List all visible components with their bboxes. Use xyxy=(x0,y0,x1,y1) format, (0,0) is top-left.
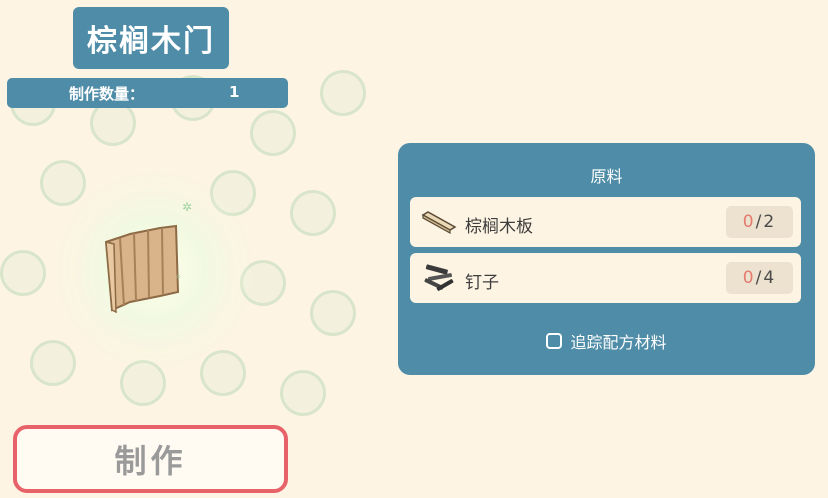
pattern-bubble xyxy=(290,190,336,236)
pattern-bubble xyxy=(40,160,86,206)
material-count: 0 / 2 xyxy=(726,206,793,238)
material-row-palm-plank: 棕榈木板 0 / 2 xyxy=(410,197,801,247)
material-separator: / xyxy=(755,212,764,232)
pattern-bubble xyxy=(320,70,366,116)
item-title-box: 棕榈木门 xyxy=(73,7,229,69)
craft-button[interactable]: 制作 xyxy=(13,425,288,493)
material-count: 0 / 4 xyxy=(726,262,793,294)
material-separator: / xyxy=(755,268,764,288)
quantity-value: 1 xyxy=(229,83,240,101)
pattern-bubble xyxy=(200,350,246,396)
pattern-bubble xyxy=(0,250,46,296)
quantity-label: 制作数量： xyxy=(69,85,145,103)
pattern-bubble xyxy=(250,110,296,156)
sparkle-icon: ◦ xyxy=(175,270,183,284)
nails-icon xyxy=(424,264,454,291)
material-need: 4 xyxy=(763,268,777,288)
track-label: 追踪配方材料 xyxy=(570,333,667,352)
pattern-bubble xyxy=(280,370,326,416)
material-have: 0 xyxy=(742,212,756,232)
materials-title: 原料 xyxy=(590,167,623,186)
track-recipe-toggle[interactable]: 追踪配方材料 xyxy=(398,329,815,353)
materials-panel: 原料 棕榈木板 0 / 2 钉子 0 / 4 追踪配方材料 xyxy=(398,143,815,375)
item-title: 棕榈木门 xyxy=(87,24,215,59)
quantity-bar: 制作数量： 1 xyxy=(7,78,288,108)
palm-wood-door-icon xyxy=(104,224,180,314)
pattern-bubble xyxy=(30,340,76,386)
pattern-bubble xyxy=(310,290,356,336)
material-name: 棕榈木板 xyxy=(465,217,533,237)
wood-plank-icon xyxy=(421,211,457,235)
material-need: 2 xyxy=(763,212,777,232)
sparkle-icon: ✲ xyxy=(182,200,193,214)
craft-button-label: 制作 xyxy=(114,442,187,480)
material-have: 0 xyxy=(742,268,756,288)
material-name: 钉子 xyxy=(465,273,499,293)
track-checkbox[interactable] xyxy=(546,333,563,349)
material-row-nails: 钉子 0 / 4 xyxy=(410,253,801,303)
